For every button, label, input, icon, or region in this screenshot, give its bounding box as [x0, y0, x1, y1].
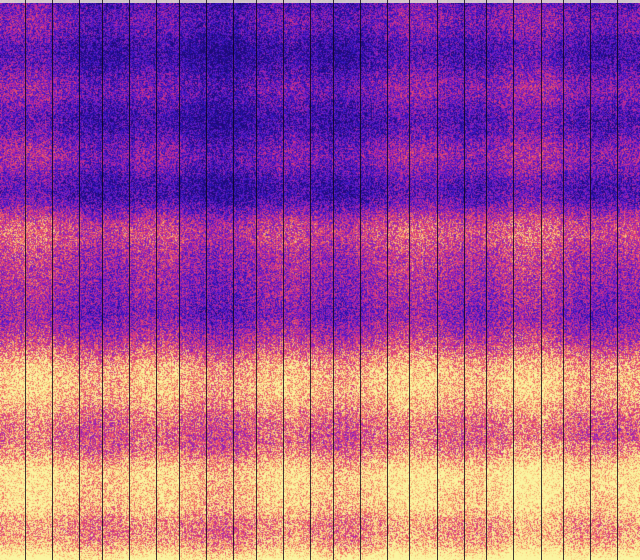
top-edge-strip	[0, 0, 640, 3]
spectrogram-image	[0, 0, 640, 560]
spectrogram-view	[0, 0, 640, 560]
